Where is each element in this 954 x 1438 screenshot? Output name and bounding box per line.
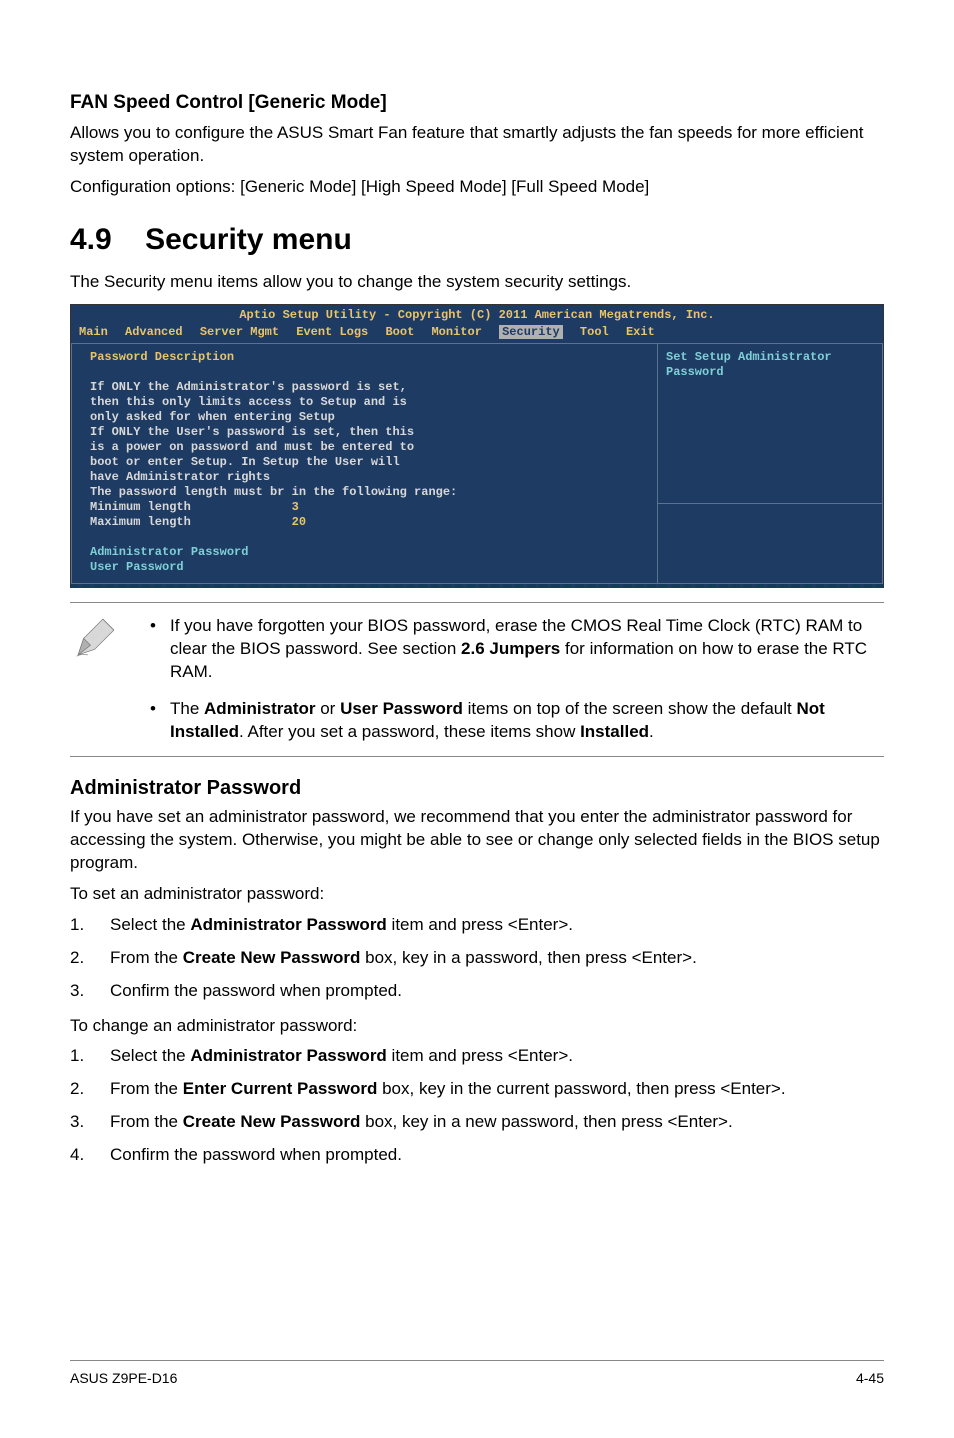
bios-tab-tool: Tool xyxy=(580,325,609,339)
note-item-2: The Administrator or User Password items… xyxy=(142,698,884,744)
ch3-b: Create New Password xyxy=(183,1112,361,1131)
set2-b: Create New Password xyxy=(183,948,361,967)
note-list: If you have forgotten your BIOS password… xyxy=(142,615,884,744)
note2-m1: or xyxy=(316,699,341,718)
set2-post: box, key in a password, then press <Ente… xyxy=(360,948,696,967)
set-admin-intro: To set an administrator password: xyxy=(70,883,884,906)
bios-tabs: Main Advanced Server Mgmt Event Logs Boo… xyxy=(71,323,883,343)
bios-body-l4: is a power on password and must be enter… xyxy=(90,440,414,454)
bios-right-pane: Set Setup Administrator Password xyxy=(658,344,883,584)
set1-b: Administrator Password xyxy=(190,915,387,934)
footer-right: 4-45 xyxy=(856,1369,884,1388)
change-step-4: Confirm the password when prompted. xyxy=(70,1144,884,1167)
note2-b4: Installed xyxy=(580,722,649,741)
change-step-2: From the Enter Current Password box, key… xyxy=(70,1078,884,1101)
fan-heading: FAN Speed Control [Generic Mode] xyxy=(70,90,884,116)
note2-m2: items on top of the screen show the defa… xyxy=(463,699,797,718)
bios-admin-pw-item: Administrator Password xyxy=(90,545,248,559)
ch3-post: box, key in a new password, then press <… xyxy=(360,1112,732,1131)
set-step-3: Confirm the password when prompted. xyxy=(70,980,884,1003)
bios-body-l6: have Administrator rights xyxy=(90,470,270,484)
ch1-pre: Select the xyxy=(110,1046,190,1065)
ch2-pre: From the xyxy=(110,1079,183,1098)
change-admin-steps: Select the Administrator Password item a… xyxy=(70,1045,884,1167)
note-block: If you have forgotten your BIOS password… xyxy=(70,602,884,757)
bios-tab-servermgmt: Server Mgmt xyxy=(200,325,279,339)
set1-post: item and press <Enter>. xyxy=(387,915,573,934)
ch1-b: Administrator Password xyxy=(190,1046,387,1065)
bios-tab-monitor: Monitor xyxy=(431,325,481,339)
bios-max-val: 20 xyxy=(292,515,306,529)
footer-left: ASUS Z9PE-D16 xyxy=(70,1369,177,1388)
bios-min-val: 3 xyxy=(292,500,299,514)
ch2-b: Enter Current Password xyxy=(183,1079,378,1098)
bios-tab-boot: Boot xyxy=(385,325,414,339)
bios-title: Aptio Setup Utility - Copyright (C) 2011… xyxy=(71,305,883,323)
admin-pw-para: If you have set an administrator passwor… xyxy=(70,806,884,875)
ch3-pre: From the xyxy=(110,1112,183,1131)
set1-pre: Select the xyxy=(110,915,190,934)
bios-body-l7: The password length must br in the follo… xyxy=(90,485,457,499)
change-step-1: Select the Administrator Password item a… xyxy=(70,1045,884,1068)
bios-tab-eventlogs: Event Logs xyxy=(296,325,368,339)
bios-screenshot: Aptio Setup Utility - Copyright (C) 2011… xyxy=(70,304,884,588)
bios-body-l3: If ONLY the User's password is set, then… xyxy=(90,425,414,439)
fan-para-2: Configuration options: [Generic Mode] [H… xyxy=(70,176,884,199)
security-intro: The Security menu items allow you to cha… xyxy=(70,271,884,294)
bios-body-l2: only asked for when entering Setup xyxy=(90,410,335,424)
bios-help-text: Set Setup Administrator Password xyxy=(658,344,882,504)
note2-b1: Administrator xyxy=(204,699,315,718)
set2-pre: From the xyxy=(110,948,183,967)
bios-user-pw-item: User Password xyxy=(90,560,184,574)
note2-b2: User Password xyxy=(340,699,463,718)
bios-body-l5: boot or enter Setup. In Setup the User w… xyxy=(90,455,400,469)
set-step-2: From the Create New Password box, key in… xyxy=(70,947,884,970)
note2-m3: . After you set a password, these items … xyxy=(239,722,580,741)
fan-para-1: Allows you to configure the ASUS Smart F… xyxy=(70,122,884,168)
note2-pre: The xyxy=(170,699,204,718)
set-admin-steps: Select the Administrator Password item a… xyxy=(70,914,884,1003)
pencil-icon xyxy=(70,615,118,744)
bios-body-l1: then this only limits access to Setup an… xyxy=(90,395,407,409)
admin-pw-heading: Administrator Password xyxy=(70,775,884,802)
bios-tab-security: Security xyxy=(499,325,563,339)
note2-post: . xyxy=(649,722,654,741)
bios-pwdesc-label: Password Description xyxy=(90,350,234,364)
set-step-1: Select the Administrator Password item a… xyxy=(70,914,884,937)
section-number: 4.9 xyxy=(70,223,112,256)
bios-body-l0: If ONLY the Administrator's password is … xyxy=(90,380,407,394)
bios-tab-exit: Exit xyxy=(626,325,655,339)
change-admin-intro: To change an administrator password: xyxy=(70,1015,884,1038)
page-footer: ASUS Z9PE-D16 4-45 xyxy=(70,1360,884,1388)
section-title: Security menu xyxy=(145,223,352,256)
security-heading: 4.9 Security menu xyxy=(70,220,884,261)
bios-left-pane: Password Description If ONLY the Adminis… xyxy=(71,344,658,584)
note-item-1: If you have forgotten your BIOS password… xyxy=(142,615,884,684)
ch2-post: box, key in the current password, then p… xyxy=(377,1079,785,1098)
bios-max-label: Maximum length xyxy=(90,515,191,529)
change-step-3: From the Create New Password box, key in… xyxy=(70,1111,884,1134)
bios-min-label: Minimum length xyxy=(90,500,191,514)
bios-tab-main: Main xyxy=(79,325,108,339)
note1-bold: 2.6 Jumpers xyxy=(461,639,560,658)
bios-tab-advanced: Advanced xyxy=(125,325,183,339)
ch1-post: item and press <Enter>. xyxy=(387,1046,573,1065)
